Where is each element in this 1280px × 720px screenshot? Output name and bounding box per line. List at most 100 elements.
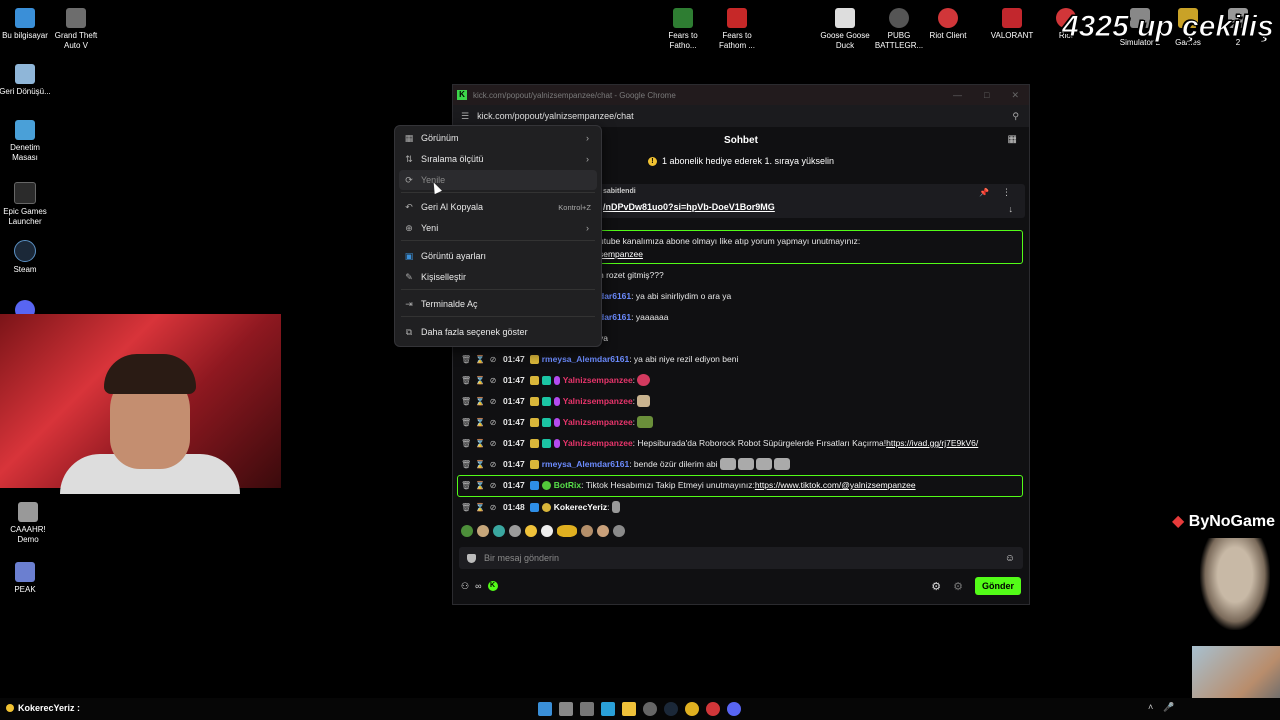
url-text[interactable]: kick.com/popout/yalnizsempanzee/chat [477,111,634,121]
timeout-icon[interactable]: ⌛ [475,503,485,512]
timeout-icon[interactable]: ⌛ [475,397,485,406]
highlight-link[interactable]: sempanzee [599,249,643,259]
delete-icon[interactable]: 🗑 [461,439,471,448]
chevron-down-icon[interactable]: ↓ [1009,204,1014,214]
delete-icon[interactable]: 🗑 [461,418,471,427]
username[interactable]: Yalnizsempanzee [563,396,633,406]
gear-icon[interactable]: ⚙ [931,580,941,593]
menu-item-new[interactable]: ⊕ Yeni › [399,218,597,238]
settings-icon[interactable] [643,702,657,716]
menu-item-undo-copy[interactable]: ↶ Geri Al Kopyala Kontrol+Z [399,197,597,217]
desktop-icon-goose[interactable]: Goose Goose Duck [817,8,873,51]
microphone-icon[interactable]: 🎤 [1163,702,1174,713]
app-icon[interactable] [706,702,720,716]
desktop-icon-control-panel[interactable]: Denetim Masası [0,120,53,163]
close-icon[interactable]: ✕ [1011,90,1019,101]
file-explorer-icon[interactable] [622,702,636,716]
ban-icon[interactable]: ⊘ [489,376,497,385]
delete-icon[interactable]: 🗑 [461,460,471,469]
zoom-icon[interactable]: ⚲ [1012,111,1019,122]
emote-icon[interactable] [525,525,537,537]
message-link[interactable]: https://ivad.gg/rj7E9kV6/ [886,438,978,448]
send-button[interactable]: Gönder [974,577,1021,595]
ban-icon[interactable]: ⊘ [489,481,497,490]
username[interactable]: rmeysa_Alemdar6161 [542,354,629,364]
kick-logo-icon[interactable]: K [487,580,498,591]
mod-settings-icon[interactable]: ⚙ [953,580,963,593]
username[interactable]: Yalnizsempanzee [563,417,633,427]
chrome-icon[interactable] [685,702,699,716]
pin-icon[interactable]: 📌 [979,188,989,197]
desktop-icon-peak[interactable]: PEAK [0,562,53,595]
maximize-icon[interactable]: □ [984,90,989,101]
more-icon[interactable]: ⋮ [1002,187,1011,198]
username[interactable]: BotRix [554,480,581,490]
desktop-icon-pubg[interactable]: PUBG BATTLEGR... [871,8,927,51]
emoji-icon[interactable]: ☺ [1005,553,1015,564]
ban-icon[interactable]: ⊘ [489,397,497,406]
pinned-link[interactable]: /nDPvDw81uo0?si=hpVb-DoeV1Bor9MG [603,202,775,212]
emote-icon[interactable] [597,525,609,537]
emote-icon[interactable] [461,525,473,537]
desktop-icon-steam[interactable]: Steam [0,240,53,275]
username[interactable]: Yalnizsempanzee [563,438,633,448]
chat-input[interactable]: Bir mesaj gönderin ☺ [459,547,1023,569]
menu-item-sort[interactable]: ⇅ Sıralama ölçütü › [399,149,597,169]
emote-icon[interactable] [541,525,553,537]
menu-item-open-terminal[interactable]: ⇥ Terminalde Aç [399,294,597,314]
task-view-icon[interactable] [580,702,594,716]
desktop-icon-fears1[interactable]: Fears to Fatho... [655,8,711,51]
username[interactable]: KokerecYeriz [554,502,607,512]
timeout-icon[interactable]: ⌛ [475,460,485,469]
timeout-icon[interactable]: ⌛ [475,439,485,448]
menu-item-more-options[interactable]: ⧉ Daha fazla seçenek göster [399,322,597,342]
delete-icon[interactable]: 🗑 [461,355,471,364]
desktop-icon-fears2[interactable]: Fears to Fathom ... [709,8,765,51]
chevron-up-icon[interactable]: ˄ [1148,702,1153,713]
desktop-icon-riot-client[interactable]: Riot Client [920,8,976,41]
emote-icon[interactable] [557,525,577,537]
timeout-icon[interactable]: ⌛ [475,376,485,385]
message-link[interactable]: https://www.tiktok.com/@yalnizsempanzee [755,480,916,490]
steam-icon[interactable] [664,702,678,716]
timeout-icon[interactable]: ⌛ [475,481,485,490]
widgets-icon[interactable] [601,702,615,716]
desktop-icon-this-pc[interactable]: Bu bilgisayar [0,8,53,41]
menu-item-view[interactable]: ▦ Görünüm › [399,128,597,148]
menu-item-refresh[interactable]: ⟳ Yenile [399,170,597,190]
emote-icon[interactable] [613,525,625,537]
timeout-icon[interactable]: ⌛ [475,418,485,427]
desktop-icon-recycle-bin[interactable]: Geri Dönüşü... [0,64,53,97]
desktop-icon-epic-games[interactable]: Epic Games Launcher [0,182,53,227]
menu-item-display-settings[interactable]: ▣ Görüntü ayarları [399,246,597,266]
delete-icon[interactable]: 🗑 [461,376,471,385]
username[interactable]: dar6161 [599,291,631,301]
emote-icon[interactable] [493,525,505,537]
menu-item-personalize[interactable]: ✎ Kişiselleştir [399,267,597,287]
username[interactable]: Yalnizsempanzee [563,375,633,385]
chat-input-placeholder[interactable]: Bir mesaj gönderin [484,553,1005,563]
desktop-icon-valorant[interactable]: VALORANT [984,8,1040,41]
start-icon[interactable] [538,702,552,716]
users-icon[interactable]: ▦ [1008,134,1017,145]
site-settings-icon[interactable]: ☰ [461,111,469,122]
emote-icon[interactable] [509,525,521,537]
window-titlebar[interactable]: K kick.com/popout/yalnizsempanzee/chat -… [453,85,1029,105]
desktop-icon-caaahr[interactable]: CAAAHR! Demo [0,502,56,545]
infinity-icon[interactable]: ∞ [475,581,481,592]
username[interactable]: rmeysa_Alemdar6161 [542,459,629,469]
emote-icon[interactable] [477,525,489,537]
delete-icon[interactable]: 🗑 [461,503,471,512]
ban-icon[interactable]: ⊘ [489,418,497,427]
search-icon[interactable] [559,702,573,716]
ban-icon[interactable]: ⊘ [489,503,497,512]
ban-icon[interactable]: ⊘ [489,460,497,469]
users-icon[interactable]: ⚇ [461,581,469,592]
ban-icon[interactable]: ⊘ [489,355,497,364]
emote-icon[interactable] [581,525,593,537]
address-bar[interactable]: ☰ kick.com/popout/yalnizsempanzee/chat ⚲ [453,105,1029,127]
minimize-icon[interactable]: — [953,90,962,101]
ban-icon[interactable]: ⊘ [489,439,497,448]
delete-icon[interactable]: 🗑 [461,481,471,490]
username[interactable]: dar6161 [599,312,631,322]
